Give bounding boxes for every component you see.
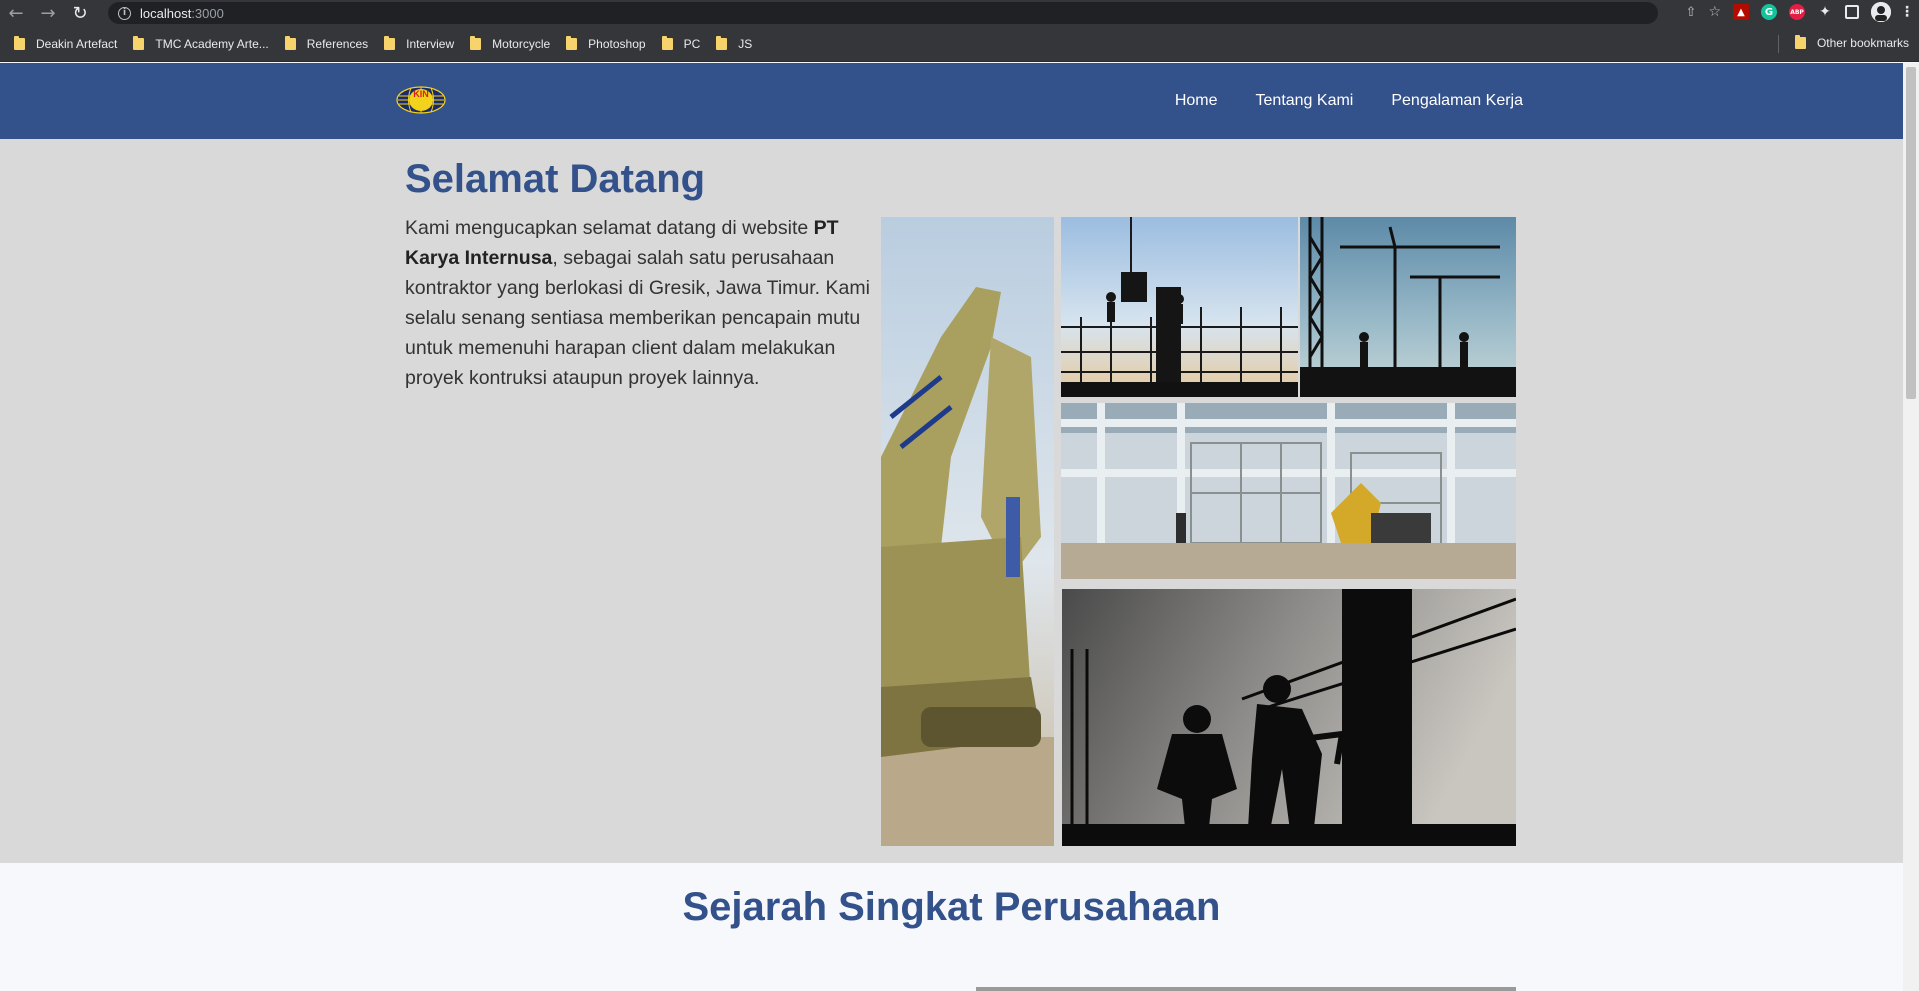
bookmark-item[interactable]: PC xyxy=(661,35,700,51)
adblock-plus-icon[interactable]: ABP xyxy=(1789,4,1805,20)
site-navbar: KIN Home Tentang Kami Pengalaman Kerja xyxy=(0,63,1903,139)
folder-icon xyxy=(133,35,145,50)
reload-icon[interactable]: ↻ xyxy=(64,0,96,26)
excavator-photo xyxy=(881,217,1054,846)
folder-icon xyxy=(14,35,25,50)
bookmark-item[interactable]: Photoshop xyxy=(566,35,646,51)
address-bar[interactable]: i localhost:3000 xyxy=(108,2,1658,24)
bookmarks-divider xyxy=(1778,35,1779,53)
folder-icon xyxy=(470,35,482,50)
kebab-menu-icon[interactable]: ⋮ xyxy=(1900,4,1914,20)
page-scrollbar[interactable] xyxy=(1903,63,1919,991)
construction-pour-photo xyxy=(1061,217,1298,397)
nav-links: Home Tentang Kami Pengalaman Kerja xyxy=(1175,63,1523,139)
bookmark-item[interactable]: Interview xyxy=(384,35,454,51)
grammarly-icon[interactable]: G xyxy=(1761,4,1777,20)
adobe-pdf-icon[interactable]: ▲ xyxy=(1733,4,1749,20)
workers-silhouette-photo xyxy=(1062,589,1516,846)
extensions-puzzle-icon[interactable]: ✦ xyxy=(1817,4,1833,20)
bookmark-star-icon[interactable]: ☆ xyxy=(1708,4,1721,20)
hero-text-before: Kami mengucapkan selamat datang di websi… xyxy=(405,217,814,239)
url-text[interactable]: localhost:3000 xyxy=(140,6,224,21)
company-logo[interactable]: KIN xyxy=(396,83,446,117)
tower-crane-photo xyxy=(1300,217,1516,397)
hero-title: Selamat Datang xyxy=(405,157,706,201)
site-info-icon[interactable]: i xyxy=(118,6,131,20)
other-bookmarks[interactable]: Other bookmarks xyxy=(1794,35,1909,50)
bookmarks-bar: Deakin Artefact TMC Academy Arte... Refe… xyxy=(0,26,1919,62)
bookmark-item[interactable]: JS xyxy=(716,35,752,51)
folder-icon xyxy=(566,35,578,50)
bookmark-item[interactable]: Motorcycle xyxy=(470,35,550,51)
folder-icon xyxy=(1794,35,1806,49)
hero-section: Selamat Datang Kami mengucapkan selamat … xyxy=(0,139,1903,863)
share-icon[interactable]: ⇧ xyxy=(1686,5,1697,20)
folder-icon xyxy=(384,35,396,50)
profile-avatar-icon[interactable] xyxy=(1871,2,1891,22)
folder-icon xyxy=(284,35,296,50)
forward-icon[interactable]: → xyxy=(32,0,64,26)
history-image-edge xyxy=(976,987,1516,991)
back-icon[interactable]: ← xyxy=(0,0,32,26)
browser-toolbar: ← → ↻ i localhost:3000 ⇧ ☆ ▲ G ABP ✦ ⋮ xyxy=(0,0,1919,26)
extensions-area: ⇧ ☆ ▲ G ABP ✦ ⋮ xyxy=(1686,2,1914,22)
page-viewport: KIN Home Tentang Kami Pengalaman Kerja S… xyxy=(0,63,1903,991)
nav-pengalaman-kerja[interactable]: Pengalaman Kerja xyxy=(1391,92,1523,110)
folder-icon xyxy=(661,35,673,50)
history-section: Sejarah Singkat Perusahaan xyxy=(0,863,1903,991)
hero-description: Kami mengucapkan selamat datang di websi… xyxy=(405,213,873,393)
history-title: Sejarah Singkat Perusahaan xyxy=(682,885,1221,929)
folder-icon xyxy=(716,35,728,50)
nav-tentang-kami[interactable]: Tentang Kami xyxy=(1256,92,1354,110)
nav-home[interactable]: Home xyxy=(1175,92,1218,110)
bookmark-item[interactable]: TMC Academy Arte... xyxy=(133,35,269,51)
steel-structure-photo xyxy=(1061,403,1516,579)
logo-text: KIN xyxy=(413,89,429,99)
bookmark-item[interactable]: References xyxy=(284,35,368,51)
scrollbar-thumb[interactable] xyxy=(1906,67,1916,399)
side-panel-icon[interactable] xyxy=(1845,5,1859,19)
bookmark-item[interactable]: Deakin Artefact xyxy=(14,35,117,51)
